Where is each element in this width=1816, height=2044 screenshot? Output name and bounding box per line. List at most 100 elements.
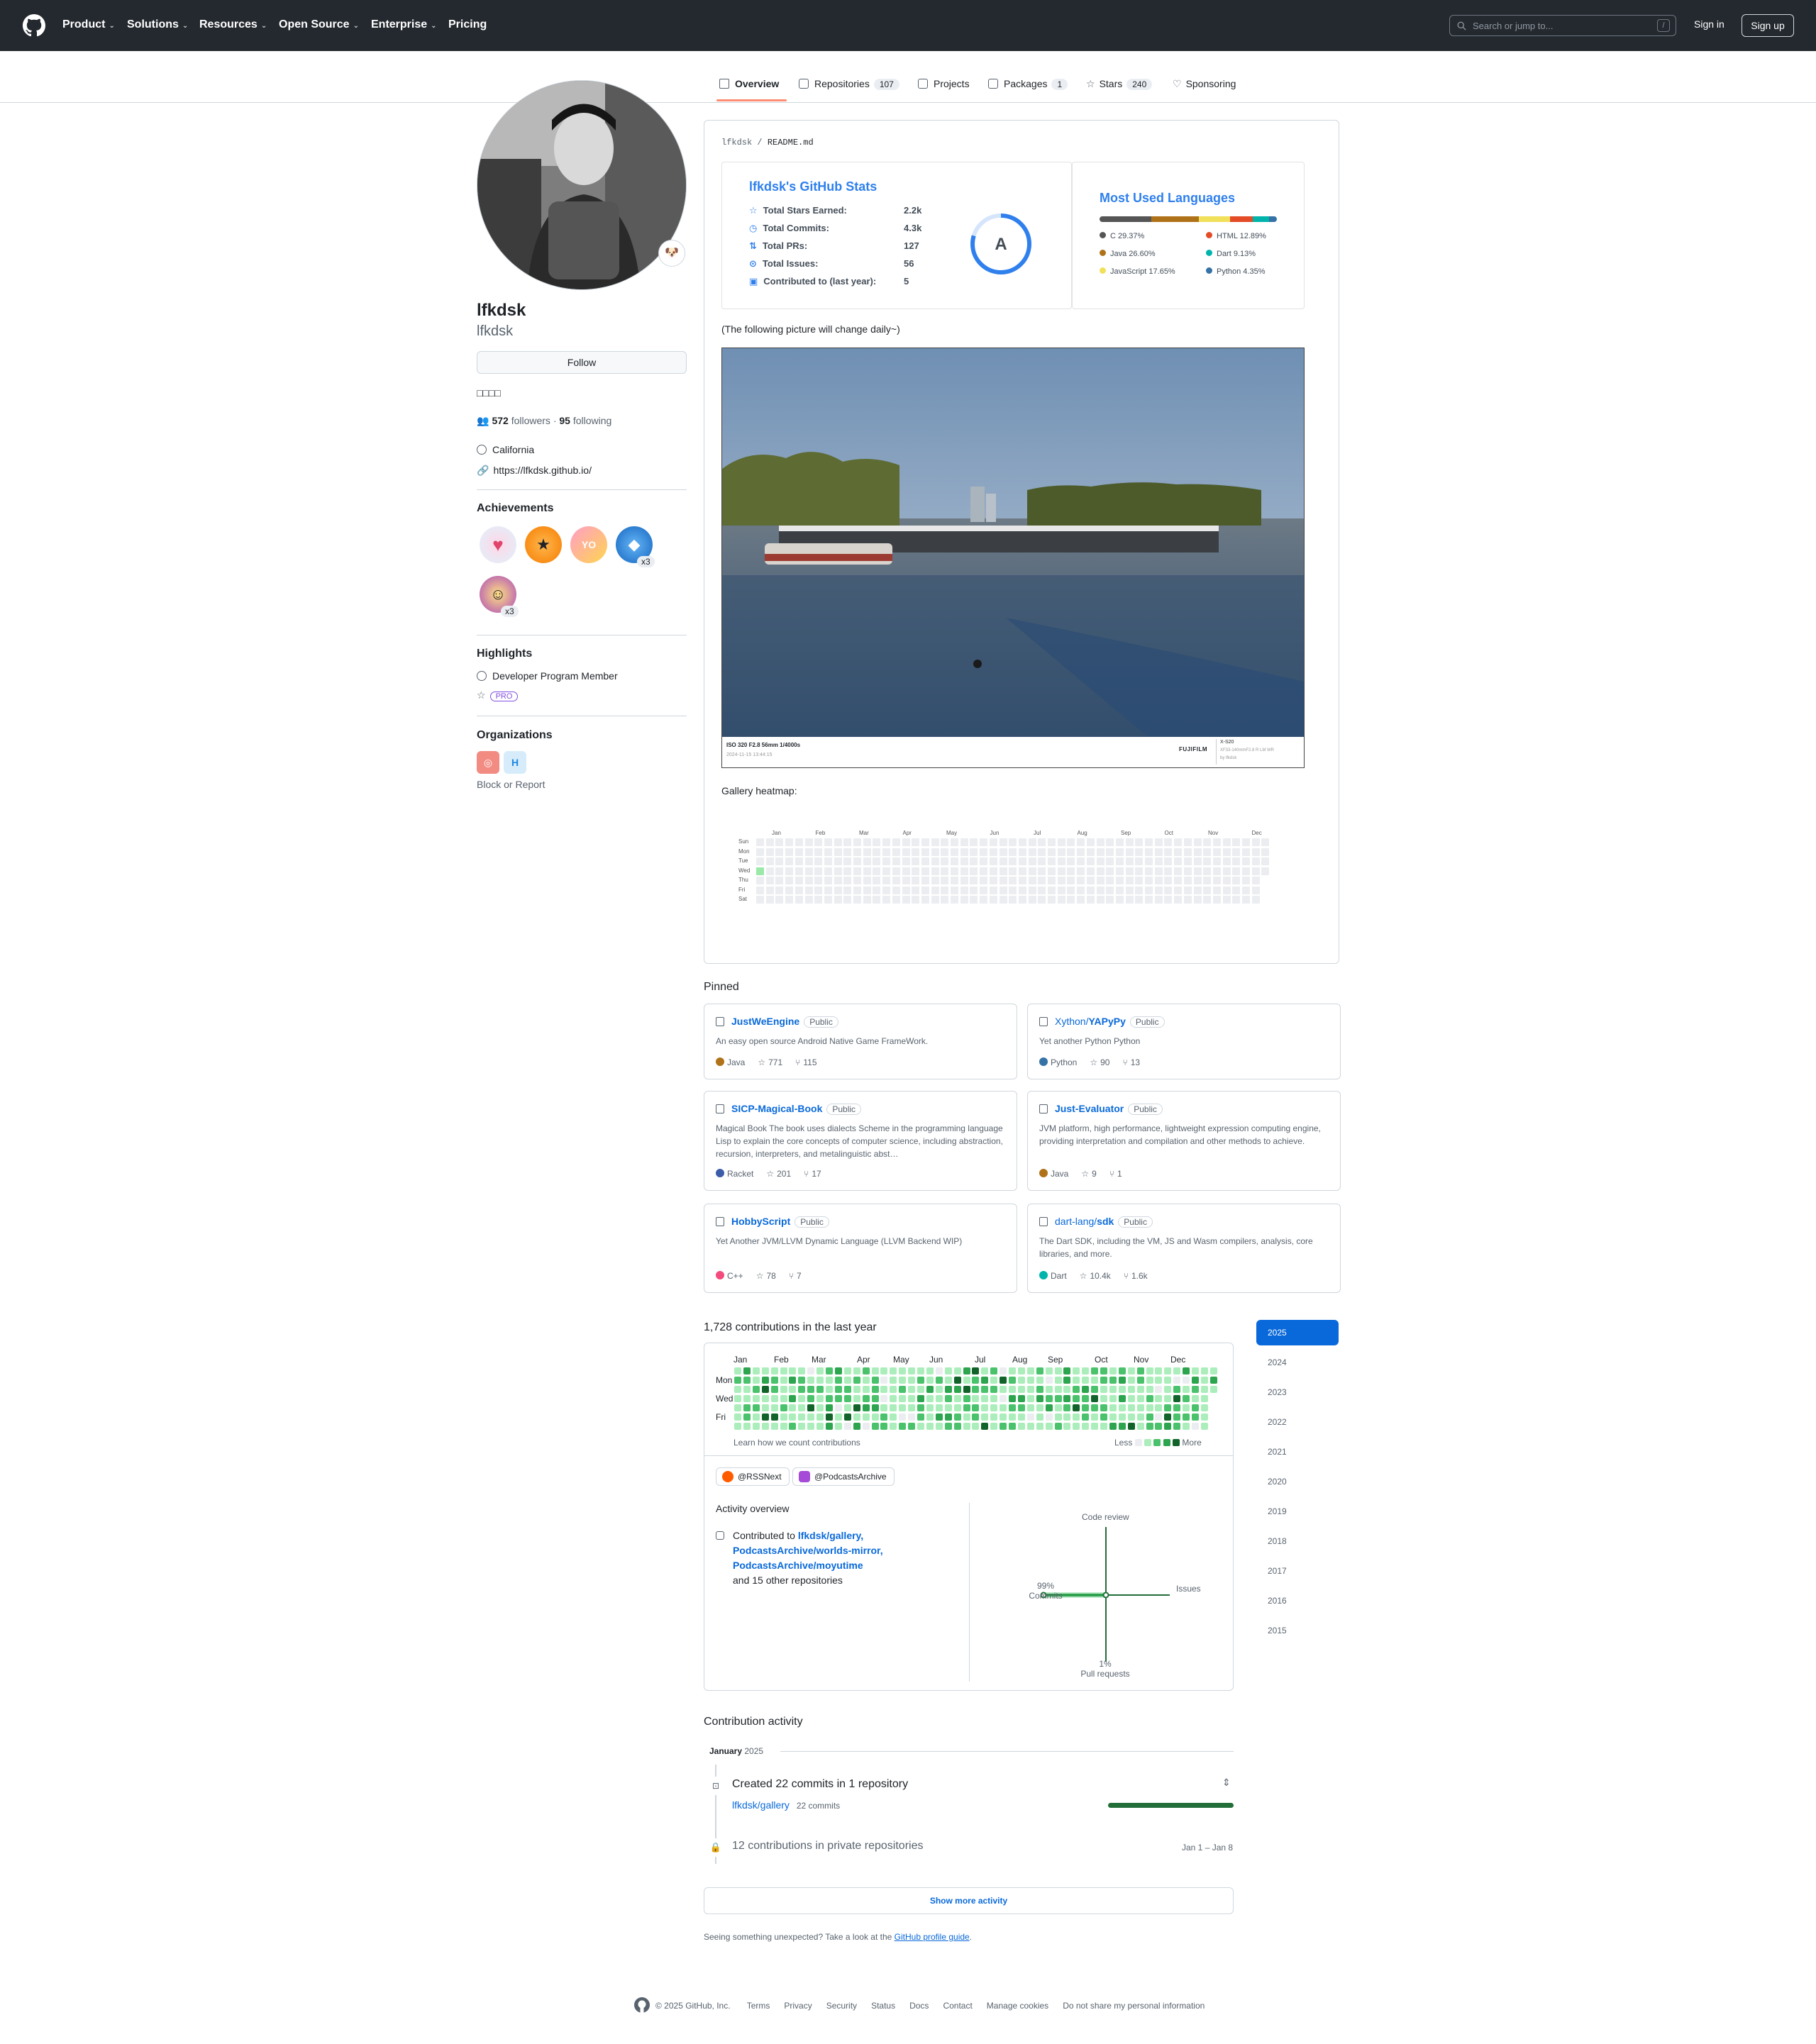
contribution-day[interactable] — [990, 1404, 998, 1411]
contribution-day[interactable] — [981, 1377, 989, 1384]
contribution-day[interactable] — [1192, 1423, 1199, 1430]
year-2024-button[interactable]: 2024 — [1256, 1350, 1339, 1375]
contribution-day[interactable] — [1183, 1377, 1190, 1384]
github-logo-icon[interactable] — [23, 14, 45, 37]
contribution-day[interactable] — [770, 1404, 778, 1411]
contribution-day[interactable] — [1192, 1367, 1199, 1374]
profile-guide-link[interactable]: GitHub profile guide — [895, 1932, 970, 1942]
contribution-day[interactable] — [734, 1404, 741, 1411]
contribution-day[interactable] — [834, 1413, 842, 1421]
tab-projects[interactable]: Projects — [918, 78, 970, 89]
sign-up-button[interactable]: Sign up — [1742, 14, 1794, 37]
contribution-day[interactable] — [1155, 1413, 1163, 1421]
contribution-day[interactable] — [1036, 1404, 1043, 1411]
contribution-day[interactable] — [1127, 1413, 1135, 1421]
contribution-day[interactable] — [953, 1404, 961, 1411]
contribution-day[interactable] — [1091, 1413, 1099, 1421]
contribution-day[interactable] — [899, 1386, 907, 1393]
contribution-day[interactable] — [972, 1413, 980, 1421]
contribution-day[interactable] — [752, 1413, 760, 1421]
repo-owner[interactable]: Xython/ — [1055, 1016, 1088, 1027]
contribution-day[interactable] — [743, 1395, 751, 1402]
repo-name[interactable]: SICP-Magical-Book — [731, 1103, 822, 1114]
contribution-day[interactable] — [743, 1377, 751, 1384]
contribution-day[interactable] — [1017, 1395, 1025, 1402]
contribution-day[interactable] — [834, 1423, 842, 1430]
contribution-day[interactable] — [770, 1377, 778, 1384]
nav-pricing[interactable]: Pricing — [448, 18, 487, 31]
org-filter-rssnext[interactable]: @RSSNext — [716, 1467, 790, 1486]
contribution-day[interactable] — [1082, 1386, 1090, 1393]
contribution-day[interactable] — [826, 1395, 833, 1402]
contribution-day[interactable] — [1017, 1404, 1025, 1411]
contribution-day[interactable] — [761, 1367, 769, 1374]
contribution-day[interactable] — [890, 1367, 897, 1374]
contribution-day[interactable] — [770, 1423, 778, 1430]
contribution-day[interactable] — [1209, 1377, 1217, 1384]
pinned-repo-title[interactable]: dart-lang/sdk Public — [1039, 1216, 1329, 1228]
contribution-day[interactable] — [1009, 1377, 1016, 1384]
contribution-day[interactable] — [1036, 1423, 1043, 1430]
contribution-day[interactable] — [935, 1423, 943, 1430]
pinned-repo-card[interactable]: dart-lang/sdk Public The Dart SDK, includi… — [1027, 1204, 1341, 1293]
contribution-day[interactable] — [1127, 1404, 1135, 1411]
contribution-day[interactable] — [780, 1395, 787, 1402]
contribution-day[interactable] — [1209, 1367, 1217, 1374]
contribution-day[interactable] — [1026, 1367, 1034, 1374]
pinned-repo-title[interactable]: Just-Evaluator Public — [1039, 1103, 1329, 1115]
contribution-day[interactable] — [1017, 1413, 1025, 1421]
contribution-day[interactable] — [734, 1395, 741, 1402]
contribution-day[interactable] — [843, 1395, 851, 1402]
contribution-day[interactable] — [1091, 1367, 1099, 1374]
contribution-day[interactable] — [880, 1413, 888, 1421]
nav-resources[interactable]: Resources ⌄ — [199, 18, 267, 31]
contribution-day[interactable] — [908, 1413, 916, 1421]
pinned-repo-title[interactable]: SICP-Magical-Book Public — [716, 1103, 1005, 1115]
contribution-day[interactable] — [1173, 1423, 1181, 1430]
footer-link-privacy[interactable]: Privacy — [784, 2001, 812, 2011]
contribution-day[interactable] — [990, 1367, 998, 1374]
contribution-day[interactable] — [743, 1404, 751, 1411]
contribution-day[interactable] — [1127, 1367, 1135, 1374]
contribution-day[interactable] — [880, 1423, 888, 1430]
contribution-day[interactable] — [990, 1386, 998, 1393]
contribution-day[interactable] — [834, 1395, 842, 1402]
contribution-day[interactable] — [1118, 1404, 1126, 1411]
contribution-day[interactable] — [908, 1423, 916, 1430]
contribution-day[interactable] — [953, 1367, 961, 1374]
repo-forks[interactable]: 115 — [803, 1057, 816, 1067]
contribution-day[interactable] — [1164, 1367, 1172, 1374]
contribution-day[interactable] — [1026, 1395, 1034, 1402]
repo-name[interactable]: HobbyScript — [731, 1216, 790, 1227]
collapse-toggle-icon[interactable]: ⇕ — [1222, 1777, 1231, 1789]
contribution-day[interactable] — [780, 1377, 787, 1384]
contribution-day[interactable] — [807, 1413, 815, 1421]
contribution-day[interactable] — [908, 1395, 916, 1402]
contribution-day[interactable] — [890, 1386, 897, 1393]
tab-sponsoring[interactable]: ♡ Sponsoring — [1173, 78, 1236, 90]
contribution-day[interactable] — [926, 1404, 934, 1411]
contribution-day[interactable] — [1109, 1367, 1117, 1374]
contribution-day[interactable] — [752, 1423, 760, 1430]
contribution-day[interactable] — [1045, 1367, 1053, 1374]
contribution-day[interactable] — [871, 1404, 879, 1411]
contribution-day[interactable] — [798, 1404, 806, 1411]
contribution-day[interactable] — [1036, 1367, 1043, 1374]
contribution-day[interactable] — [871, 1395, 879, 1402]
year-2022-button[interactable]: 2022 — [1256, 1409, 1339, 1435]
contribution-day[interactable] — [1127, 1377, 1135, 1384]
repo-forks[interactable]: 7 — [797, 1271, 802, 1281]
contribution-day[interactable] — [826, 1367, 833, 1374]
contribution-day[interactable] — [843, 1413, 851, 1421]
footer-link-terms[interactable]: Terms — [747, 2001, 770, 2011]
contribution-day[interactable] — [1045, 1386, 1053, 1393]
contribution-day[interactable] — [917, 1367, 924, 1374]
contribution-day[interactable] — [917, 1404, 924, 1411]
repo-stars[interactable]: 9 — [1092, 1169, 1097, 1179]
repo-name[interactable]: JustWeEngine — [731, 1016, 799, 1027]
contribution-day[interactable] — [807, 1395, 815, 1402]
footer-link-security[interactable]: Security — [826, 2001, 857, 2011]
contribution-day[interactable] — [1173, 1413, 1181, 1421]
contribution-day[interactable] — [807, 1367, 815, 1374]
contribution-day[interactable] — [935, 1377, 943, 1384]
